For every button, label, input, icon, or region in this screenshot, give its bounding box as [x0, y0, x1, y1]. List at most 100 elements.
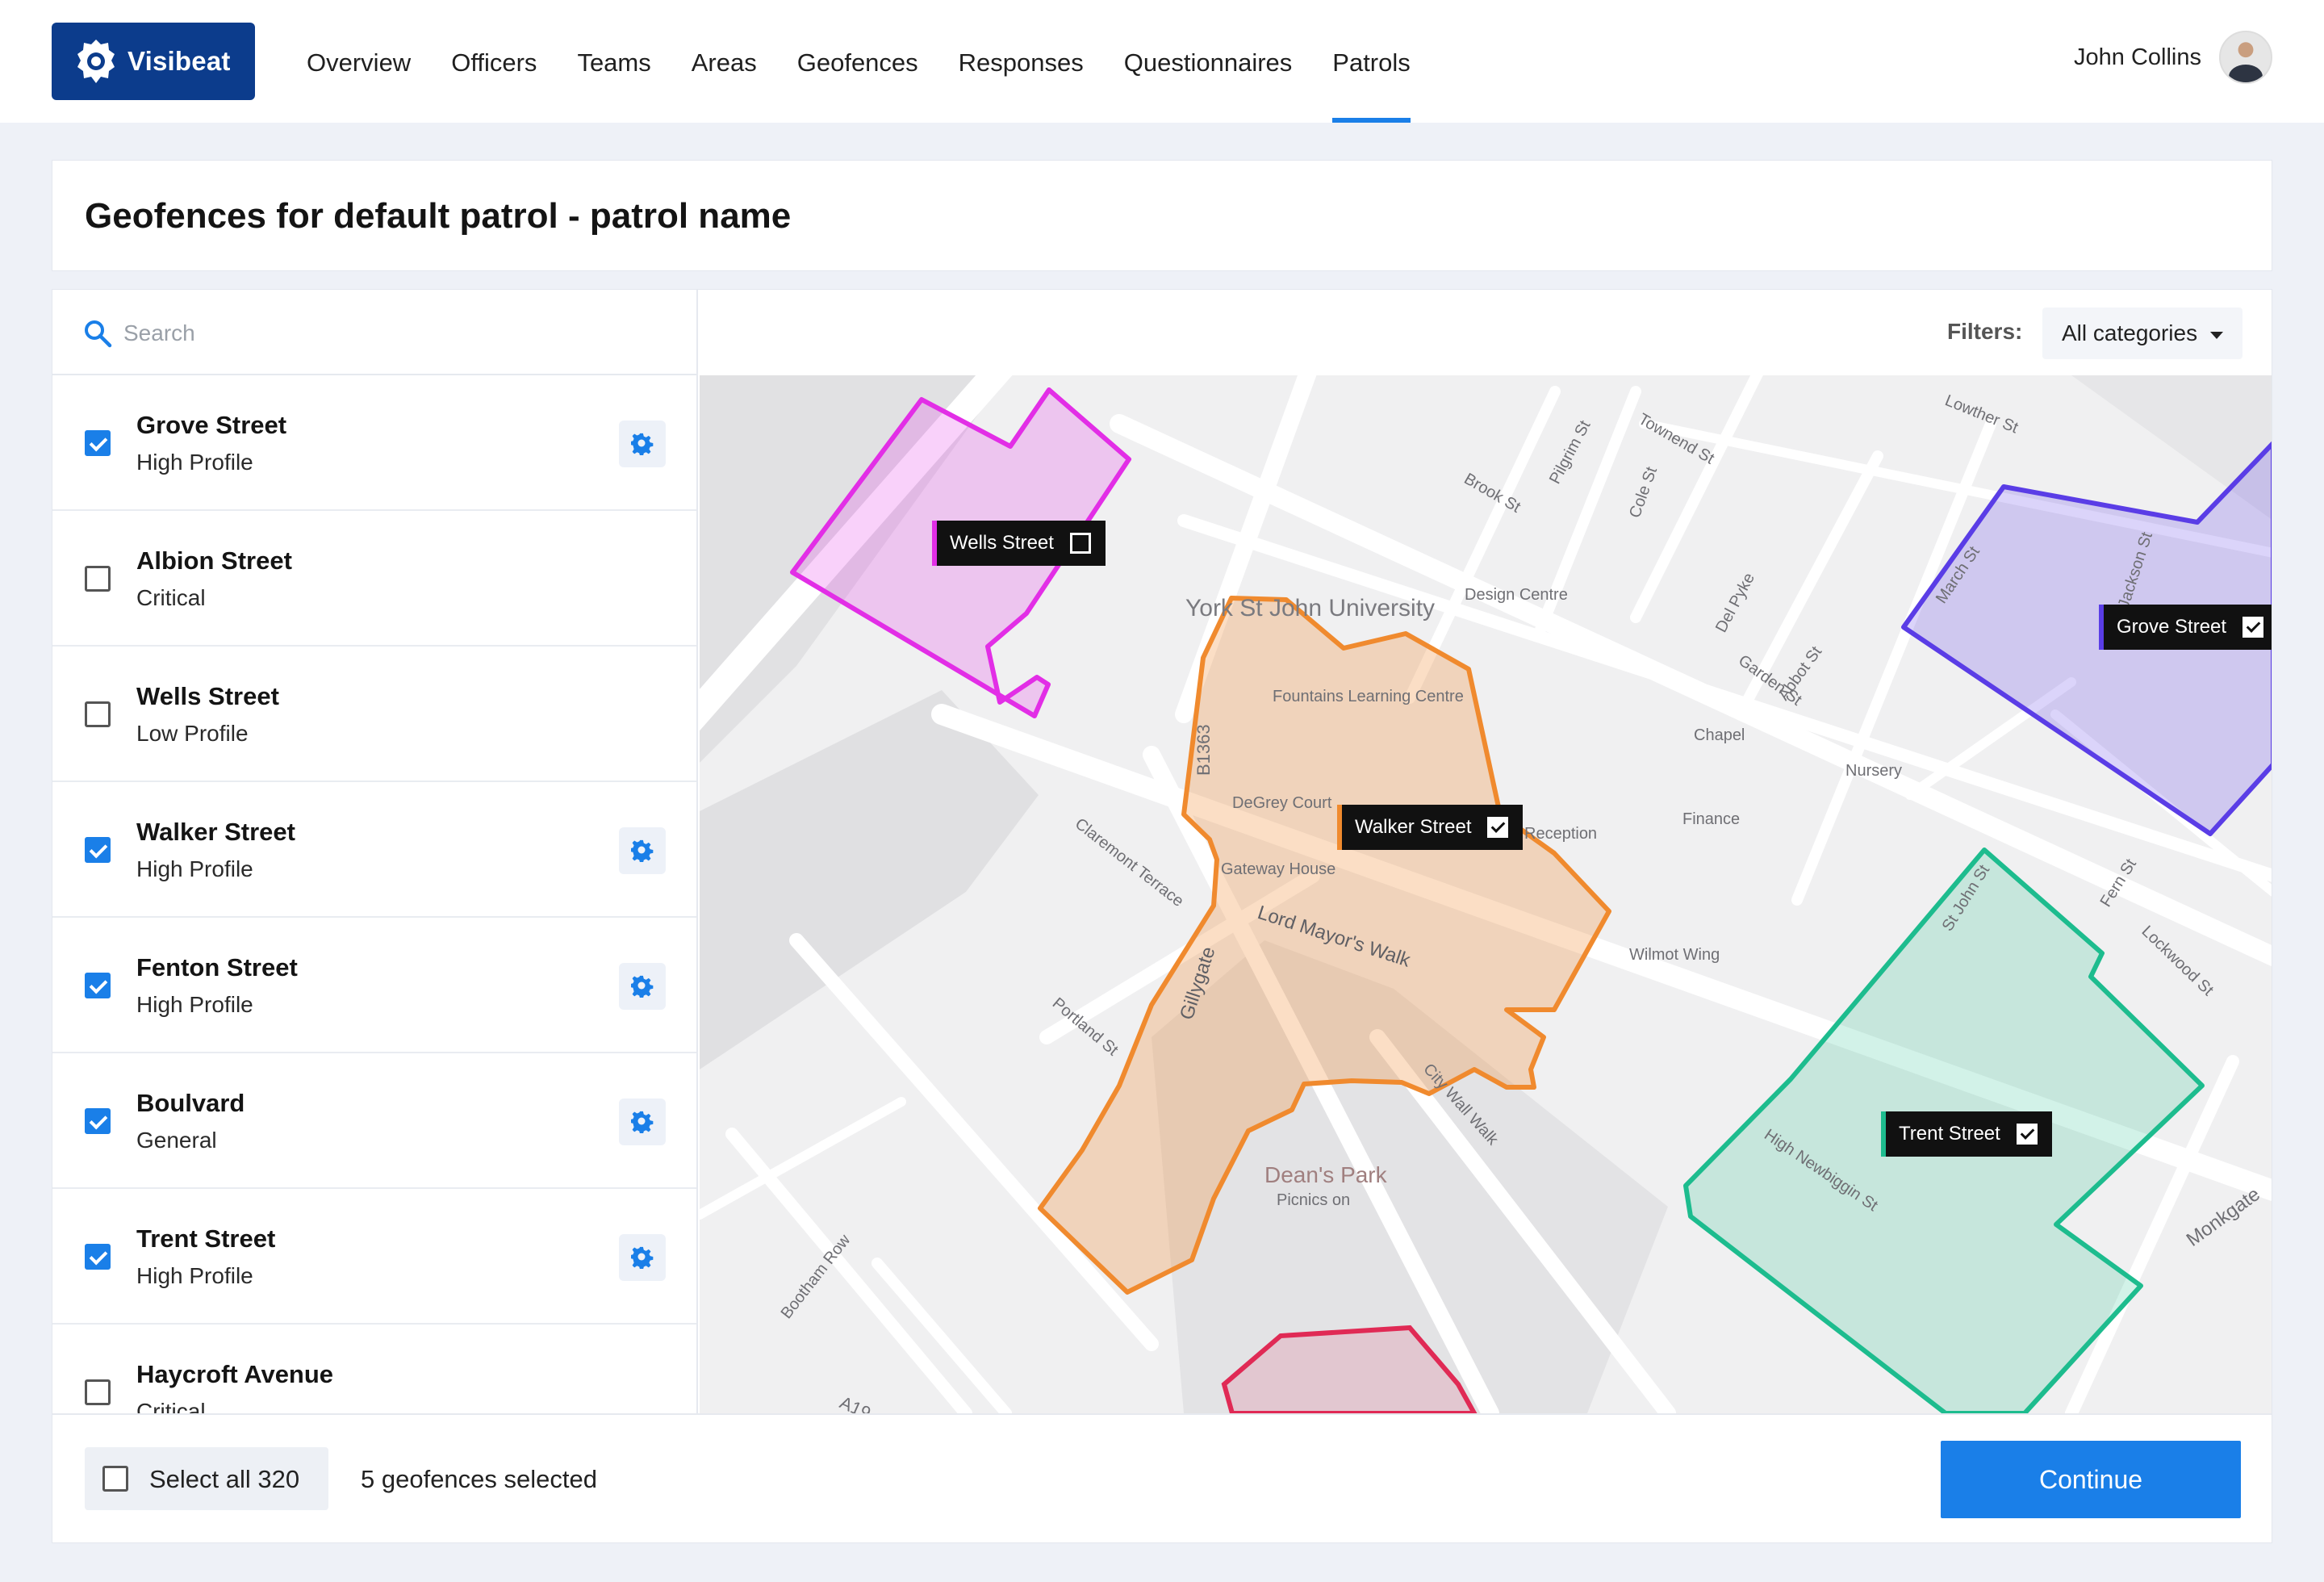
- map-label: Cole St: [1626, 464, 1661, 521]
- map-label: Fountains Learning Centre: [1273, 688, 1464, 705]
- map-label: Nursery: [1845, 762, 1902, 780]
- map-label: B1363: [1193, 724, 1214, 776]
- list-item[interactable]: Fenton Street High Profile: [52, 918, 696, 1053]
- search-bar: [52, 290, 696, 375]
- continue-button[interactable]: Continue: [1941, 1441, 2241, 1518]
- geofence-category: High Profile: [136, 992, 253, 1017]
- nav-responses[interactable]: Responses: [959, 0, 1084, 123]
- geofence-name: Wells Street: [136, 682, 279, 710]
- map-label: Picnics on: [1277, 1191, 1350, 1209]
- geofence-name: Haycroft Avenue: [136, 1360, 334, 1388]
- selected-count: 5 geofences selected: [361, 1465, 597, 1493]
- geofence-category: Critical: [136, 1399, 206, 1413]
- select-all-label: Select all 320: [149, 1465, 300, 1493]
- geofence-name: Walker Street: [136, 818, 295, 846]
- select-all-toggle[interactable]: Select all 320: [85, 1447, 328, 1510]
- tag-checkbox[interactable]: [2016, 1124, 2038, 1145]
- police-badge-icon: [77, 40, 115, 83]
- nav-areas[interactable]: Areas: [692, 0, 757, 123]
- map-label: York St John University: [1185, 595, 1435, 622]
- map-label: Monkgate: [2183, 1183, 2264, 1251]
- geofence-category: High Profile: [136, 1263, 253, 1288]
- map-tag-wells-street[interactable]: Wells Street: [932, 521, 1106, 566]
- geofence-name: Boulvard: [136, 1089, 245, 1117]
- map-label: Reception: [1524, 825, 1597, 843]
- map-label: Gateway House: [1221, 860, 1335, 878]
- geofence-checkbox[interactable]: [85, 701, 111, 727]
- tag-color-bar: [1337, 805, 1342, 850]
- brand-logo[interactable]: Visibeat: [52, 23, 255, 100]
- list-item[interactable]: Haycroft Avenue Critical: [52, 1325, 696, 1413]
- geofence-checkbox[interactable]: [85, 1244, 111, 1270]
- filters-label: Filters:: [1947, 319, 2023, 344]
- map[interactable]: York St John University Fountains Learni…: [700, 375, 2272, 1413]
- map-label: Finance: [1682, 810, 1740, 828]
- gear-icon: [631, 433, 654, 455]
- tag-checkbox[interactable]: [1069, 533, 1091, 554]
- gear-icon: [631, 1111, 654, 1133]
- map-label: Dean's Park: [1264, 1162, 1388, 1187]
- geofence-list-panel: Grove Street High Profile Albion Street …: [52, 290, 698, 1413]
- top-navigation: Visibeat Overview Officers Teams Areas G…: [0, 0, 2324, 123]
- geofence-name: Fenton Street: [136, 953, 298, 981]
- list-item[interactable]: Boulvard General: [52, 1053, 696, 1189]
- gear-icon: [631, 975, 654, 998]
- category-filter-value: All categories: [2062, 320, 2198, 345]
- geofence-name: Trent Street: [136, 1224, 276, 1253]
- tag-label: Wells Street: [950, 532, 1054, 554]
- title-card: Geofences for default patrol - patrol na…: [52, 160, 2272, 271]
- map-tag-grove-street[interactable]: Grove Street: [2099, 605, 2272, 650]
- geofence-checkbox[interactable]: [85, 1379, 111, 1405]
- brand-name: Visibeat: [127, 46, 231, 76]
- map-label: A19: [837, 1392, 874, 1413]
- tag-checkbox[interactable]: [1487, 817, 1509, 838]
- settings-button[interactable]: [619, 827, 666, 874]
- map-label: Lowther St: [1942, 391, 2021, 437]
- settings-button[interactable]: [619, 1099, 666, 1145]
- geofence-category: Critical: [136, 585, 206, 610]
- tag-checkbox[interactable]: [2242, 617, 2264, 638]
- list-item[interactable]: Grove Street High Profile: [52, 375, 696, 511]
- nav-patrols[interactable]: Patrols: [1332, 0, 1411, 123]
- settings-button[interactable]: [619, 1234, 666, 1281]
- map-label: Claremont Terrace: [1072, 815, 1187, 910]
- list-item[interactable]: Wells Street Low Profile: [52, 647, 696, 782]
- geofence-checkbox[interactable]: [85, 1108, 111, 1134]
- nav-officers[interactable]: Officers: [451, 0, 537, 123]
- list-item[interactable]: Albion Street Critical: [52, 511, 696, 647]
- geofence-list: Grove Street High Profile Albion Street …: [52, 375, 696, 1413]
- nav-questionnaires[interactable]: Questionnaires: [1124, 0, 1293, 123]
- category-filter-dropdown[interactable]: All categories: [2042, 308, 2242, 359]
- tag-label: Grove Street: [2117, 616, 2227, 638]
- geofence-checkbox[interactable]: [85, 837, 111, 863]
- map-label: Del Pyke: [1712, 570, 1758, 635]
- search-icon: [85, 320, 112, 348]
- user-menu[interactable]: John Collins: [2074, 31, 2272, 84]
- nav-overview[interactable]: Overview: [307, 0, 411, 123]
- avatar[interactable]: [2219, 31, 2272, 84]
- search-input[interactable]: [123, 311, 640, 356]
- select-all-checkbox[interactable]: [102, 1466, 128, 1492]
- map-tag-trent-street[interactable]: Trent Street: [1881, 1111, 2052, 1157]
- settings-button[interactable]: [619, 963, 666, 1010]
- map-label: Pilgrim St: [1546, 417, 1595, 487]
- geofence-category: High Profile: [136, 856, 253, 881]
- geofence-checkbox[interactable]: [85, 566, 111, 592]
- page-title: Geofences for default patrol - patrol na…: [85, 196, 792, 236]
- map-tag-walker-street[interactable]: Walker Street: [1337, 805, 1524, 850]
- tag-label: Walker Street: [1355, 816, 1472, 838]
- user-name: John Collins: [2074, 44, 2201, 70]
- geofence-category: Low Profile: [136, 721, 249, 746]
- list-item[interactable]: Trent Street High Profile: [52, 1189, 696, 1325]
- footer-bar: Select all 320 5 geofences selected Cont…: [52, 1413, 2272, 1542]
- geofence-checkbox[interactable]: [85, 430, 111, 456]
- nav-geofences[interactable]: Geofences: [797, 0, 918, 123]
- main-nav: Overview Officers Teams Areas Geofences …: [307, 0, 1451, 123]
- nav-teams[interactable]: Teams: [577, 0, 650, 123]
- map-label: DeGrey Court: [1232, 794, 1332, 812]
- main-card: Grove Street High Profile Albion Street …: [52, 289, 2272, 1543]
- geofence-checkbox[interactable]: [85, 973, 111, 998]
- settings-button[interactable]: [619, 421, 666, 467]
- caret-down-icon: [2210, 332, 2223, 339]
- list-item[interactable]: Walker Street High Profile: [52, 782, 696, 918]
